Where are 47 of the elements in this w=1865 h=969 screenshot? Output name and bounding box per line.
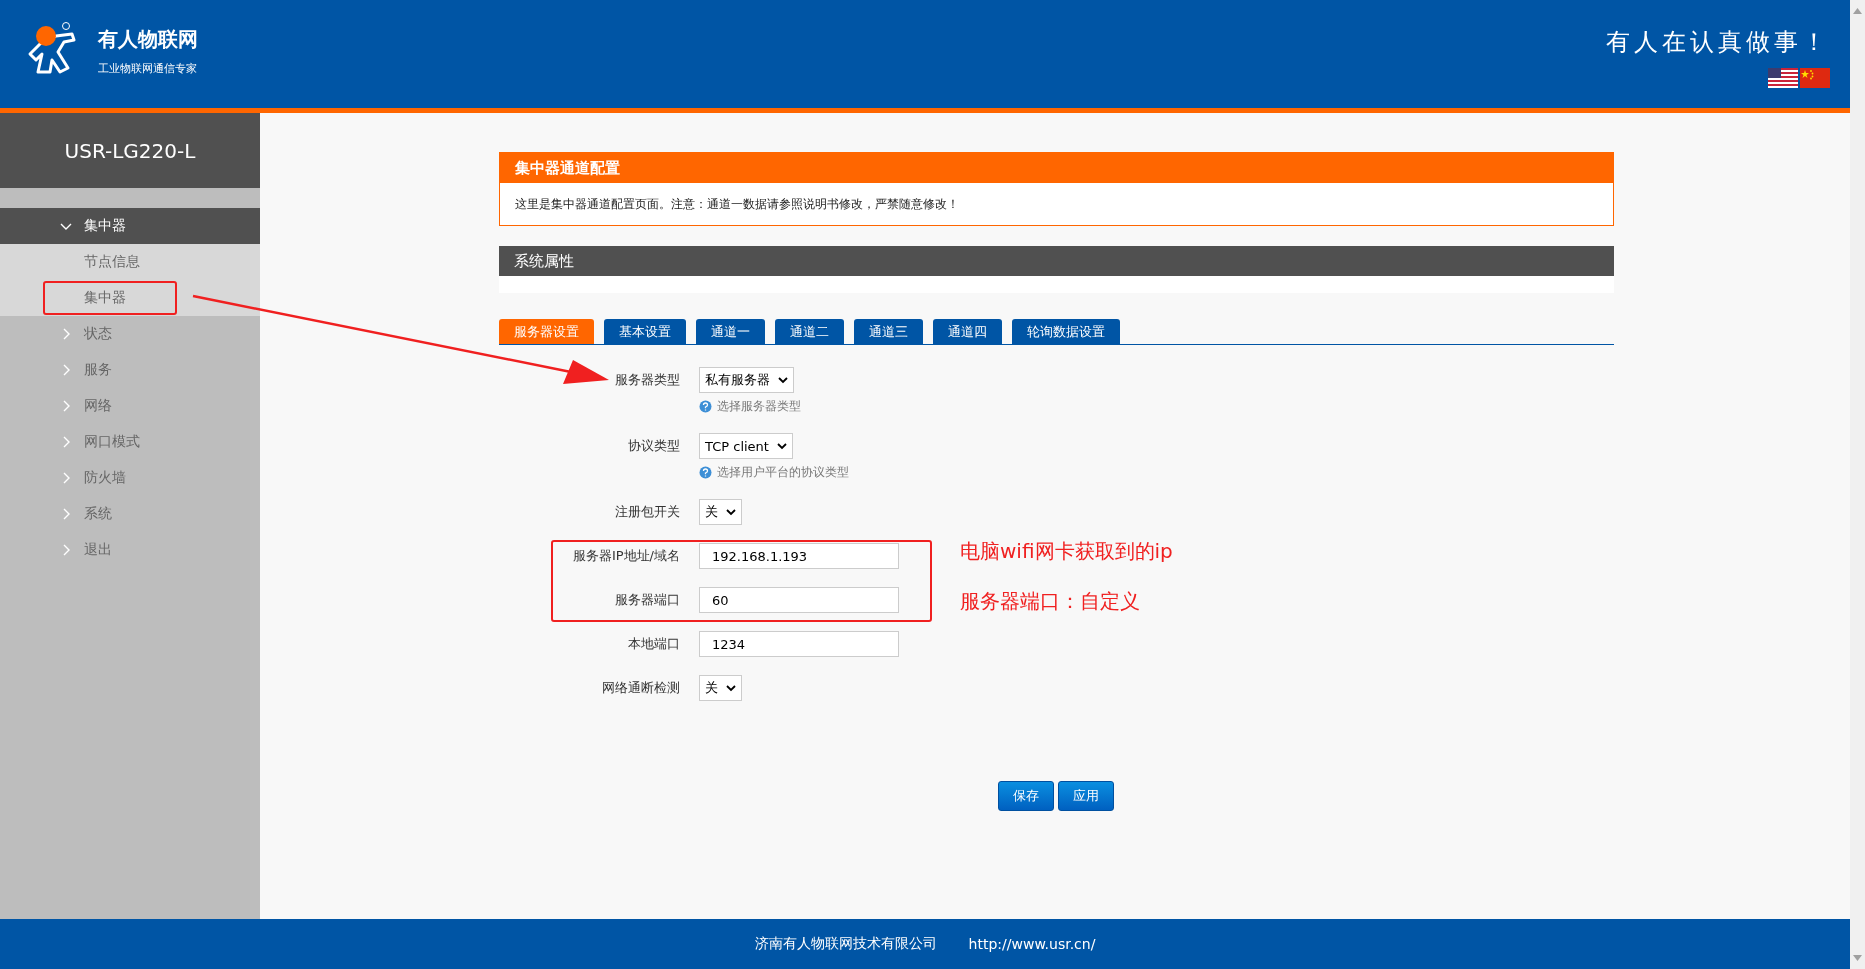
- brand-name: 有人物联网: [98, 26, 198, 53]
- tab[interactable]: 通道四: [933, 319, 1002, 344]
- tab[interactable]: 通道三: [854, 319, 923, 344]
- brand-tagline: 工业物联网通信专家: [98, 61, 198, 76]
- sidebar-menu-item[interactable]: 集中器: [0, 208, 260, 244]
- notice-title: 集中器通道配置: [500, 153, 1613, 183]
- field-label: 协议类型: [627, 437, 680, 455]
- field-hint: 选择用户平台的协议类型: [717, 463, 849, 481]
- slogan: 有人在认真做事！: [1606, 27, 1830, 58]
- tab[interactable]: 通道二: [775, 319, 844, 344]
- dropdown[interactable]: 关: [699, 675, 742, 701]
- field-label: 服务器端口: [614, 591, 680, 609]
- sidebar-submenu-item[interactable]: 集中器: [0, 280, 260, 316]
- dropdown[interactable]: 关: [699, 499, 742, 525]
- tab[interactable]: 基本设置: [604, 319, 686, 344]
- tab[interactable]: 通道一: [696, 319, 765, 344]
- notice-text: 这里是集中器通道配置页面。注意：通道一数据请参照说明书修改，严禁随意修改！: [514, 195, 960, 213]
- annotation-text: 服务器端口：自定义: [960, 588, 1140, 615]
- caret-icon: [726, 508, 736, 516]
- help-icon: [699, 465, 712, 479]
- field-label: 注册包开关: [614, 503, 680, 521]
- help-icon: [699, 399, 712, 413]
- field-label: 服务器IP地址/域名: [571, 547, 680, 565]
- caret-icon: [776, 442, 787, 450]
- field-label: 网络通断检测: [601, 679, 680, 697]
- input-field[interactable]: 60: [699, 587, 899, 613]
- caret-icon: [778, 376, 788, 384]
- scroll-up-icon[interactable]: [1853, 8, 1862, 14]
- annotation-text: 电脑wifi网卡获取到的ip: [960, 538, 1173, 565]
- sidebar-submenu-item[interactable]: 节点信息: [0, 244, 260, 280]
- dropdown[interactable]: TCP client: [699, 433, 793, 459]
- input-field[interactable]: 1234: [699, 631, 899, 657]
- company-name: 济南有人物联网技术有限公司: [754, 935, 937, 953]
- device-title: USR-LG220-L: [0, 113, 260, 188]
- us-flag-icon[interactable]: [1768, 68, 1798, 88]
- website-link[interactable]: http://www.usr.cn/: [968, 936, 1096, 952]
- field-label: 本地端口: [627, 635, 680, 653]
- input-field[interactable]: 192.168.1.193: [699, 543, 899, 569]
- tab[interactable]: 轮询数据设置: [1012, 319, 1120, 344]
- field-hint: 选择服务器类型: [717, 397, 801, 415]
- dropdown[interactable]: 私有服务器: [699, 367, 794, 393]
- action-button[interactable]: 应用: [1058, 781, 1114, 811]
- action-button[interactable]: 保存: [998, 781, 1054, 811]
- caret-icon: [726, 684, 736, 692]
- field-label: 服务器类型: [614, 371, 680, 389]
- scroll-down-icon[interactable]: [1853, 955, 1862, 961]
- section-title: 系统属性: [499, 246, 1614, 276]
